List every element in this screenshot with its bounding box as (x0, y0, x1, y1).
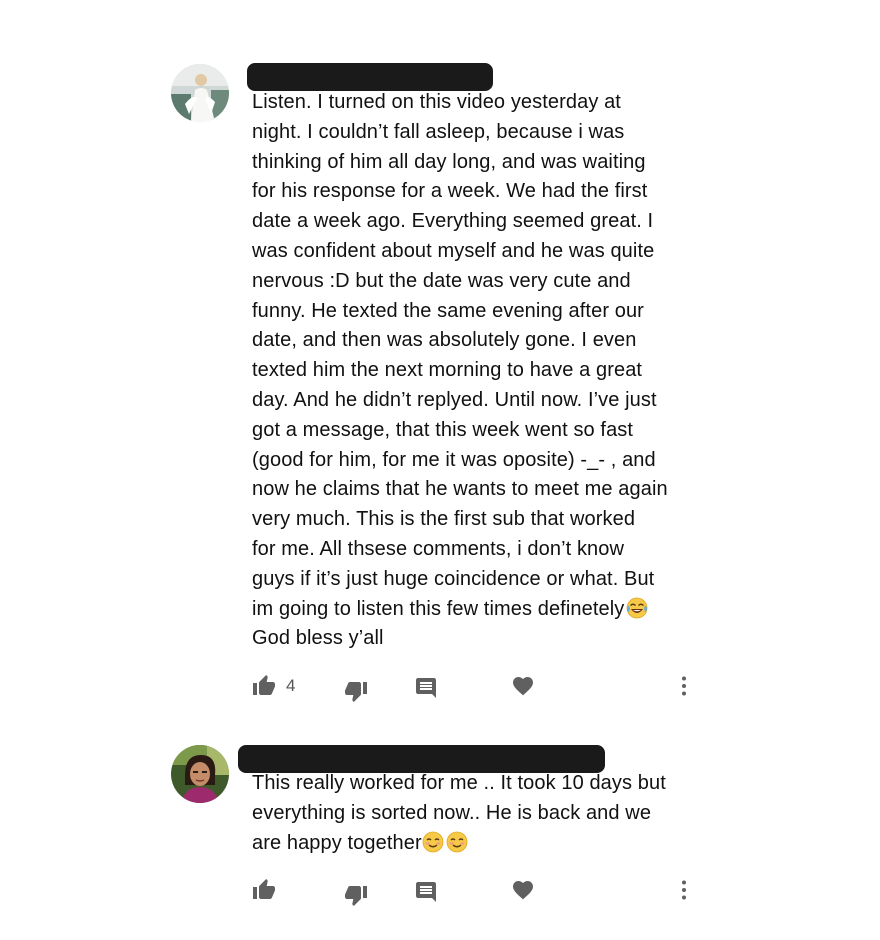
thumb-up-icon (253, 879, 275, 899)
thumb-down-icon (345, 682, 367, 702)
reply-icon (416, 882, 436, 902)
like-count: 4 (286, 676, 296, 695)
more-options-button[interactable] (672, 671, 696, 701)
comment-body-end: God bless y’all (252, 627, 384, 650)
thumb-down-icon (345, 886, 367, 906)
heart-button[interactable] (511, 671, 535, 701)
comment-body: Listen. I turned on this video yesterday… (252, 91, 668, 620)
heart-icon (513, 881, 533, 900)
dislike-button[interactable] (344, 880, 368, 910)
more-vertical-icon (682, 676, 686, 696)
reply-button[interactable] (414, 673, 438, 703)
author-name[interactable] (247, 63, 493, 91)
user-avatar-icon (171, 64, 229, 122)
user-avatar-icon (171, 745, 229, 803)
like-button[interactable]: 4 (252, 671, 295, 701)
more-options-button[interactable] (672, 875, 696, 905)
smiling-face-with-smiling-eyes-icon (446, 831, 468, 853)
face-with-tears-of-joy-icon (626, 597, 648, 619)
reply-icon (416, 678, 436, 698)
avatar[interactable] (171, 64, 229, 122)
heart-icon (513, 677, 533, 696)
reply-button[interactable] (414, 877, 438, 907)
dislike-button[interactable] (344, 676, 368, 706)
smiling-face-with-smiling-eyes-icon (422, 831, 444, 853)
thumb-up-icon (253, 675, 275, 695)
more-vertical-icon (682, 880, 686, 900)
comment-actions (252, 875, 702, 907)
heart-button[interactable] (511, 875, 535, 905)
comment-text: Listen. I turned on this video yesterday… (252, 88, 692, 654)
comment-text: This really worked for me .. It took 10 … (252, 769, 692, 858)
like-button[interactable] (252, 875, 286, 905)
comment-actions: 4 (252, 671, 702, 703)
avatar[interactable] (171, 745, 229, 803)
